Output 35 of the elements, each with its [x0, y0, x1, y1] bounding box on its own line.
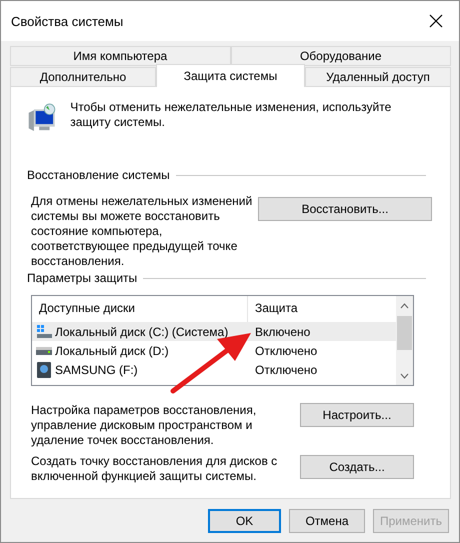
protection-status: Отключено	[255, 362, 318, 376]
drive-name: SAMSUNG (F:)	[55, 362, 138, 376]
drive-row[interactable]: Локальный диск (C:) (Система) Включено	[32, 322, 396, 341]
drive-row[interactable]: SAMSUNG (F:) Отключено	[32, 360, 396, 379]
tab[interactable]: Дополнительно	[10, 67, 156, 87]
protection-status: Отключено	[255, 344, 318, 358]
configure-description: Настройка параметров восстановления, управление дисковым пространством и удаление точек восстановления.	[31, 403, 258, 448]
column-header[interactable]: Защита	[248, 296, 396, 322]
dialog-button[interactable]: Отмена	[289, 509, 365, 533]
window-title: Свойства системы	[11, 14, 124, 28]
close-icon	[429, 14, 443, 28]
tab[interactable]: Имя компьютера	[10, 46, 230, 66]
protection-status: Включено	[255, 324, 310, 338]
section-heading: Параметры защиты	[27, 271, 138, 286]
create-button[interactable]: Создать...	[300, 455, 414, 479]
scrollbar[interactable]	[396, 296, 413, 385]
scroll-thumb[interactable]	[397, 316, 412, 350]
external-drive-icon	[36, 362, 52, 378]
tab[interactable]: Оборудование	[230, 46, 451, 66]
tab[interactable]: Удаленный доступ	[305, 67, 451, 87]
scroll-down-icon	[400, 373, 409, 379]
restore-description: Для отмены нежелательных изменений системы вы можете восстановить состояние компьютера, соответствующее предыдущей точке восстановления.	[31, 194, 254, 269]
restore-button[interactable]: Восстановить...	[258, 197, 432, 221]
tab[interactable]: Защита системы	[156, 64, 305, 87]
section-heading: Восстановление системы	[27, 168, 170, 183]
intro-text: Чтобы отменить нежелательные изменения, используйте защиту системы.	[70, 100, 392, 130]
drive-row[interactable]: Локальный диск (D:) Отключено	[32, 341, 396, 360]
drive-name: Локальный диск (C:) (Система)	[55, 324, 228, 338]
system-drive-icon	[36, 324, 52, 338]
scroll-up-icon	[400, 303, 409, 309]
drive-icon	[36, 346, 52, 354]
dialog-button[interactable]: OK	[208, 509, 281, 533]
configure-button[interactable]: Настроить...	[300, 403, 414, 427]
create-description: Создать точку восстановления для дисков с включенной функцией защиты системы.	[31, 454, 278, 484]
drive-name: Локальный диск (D:)	[55, 344, 169, 358]
